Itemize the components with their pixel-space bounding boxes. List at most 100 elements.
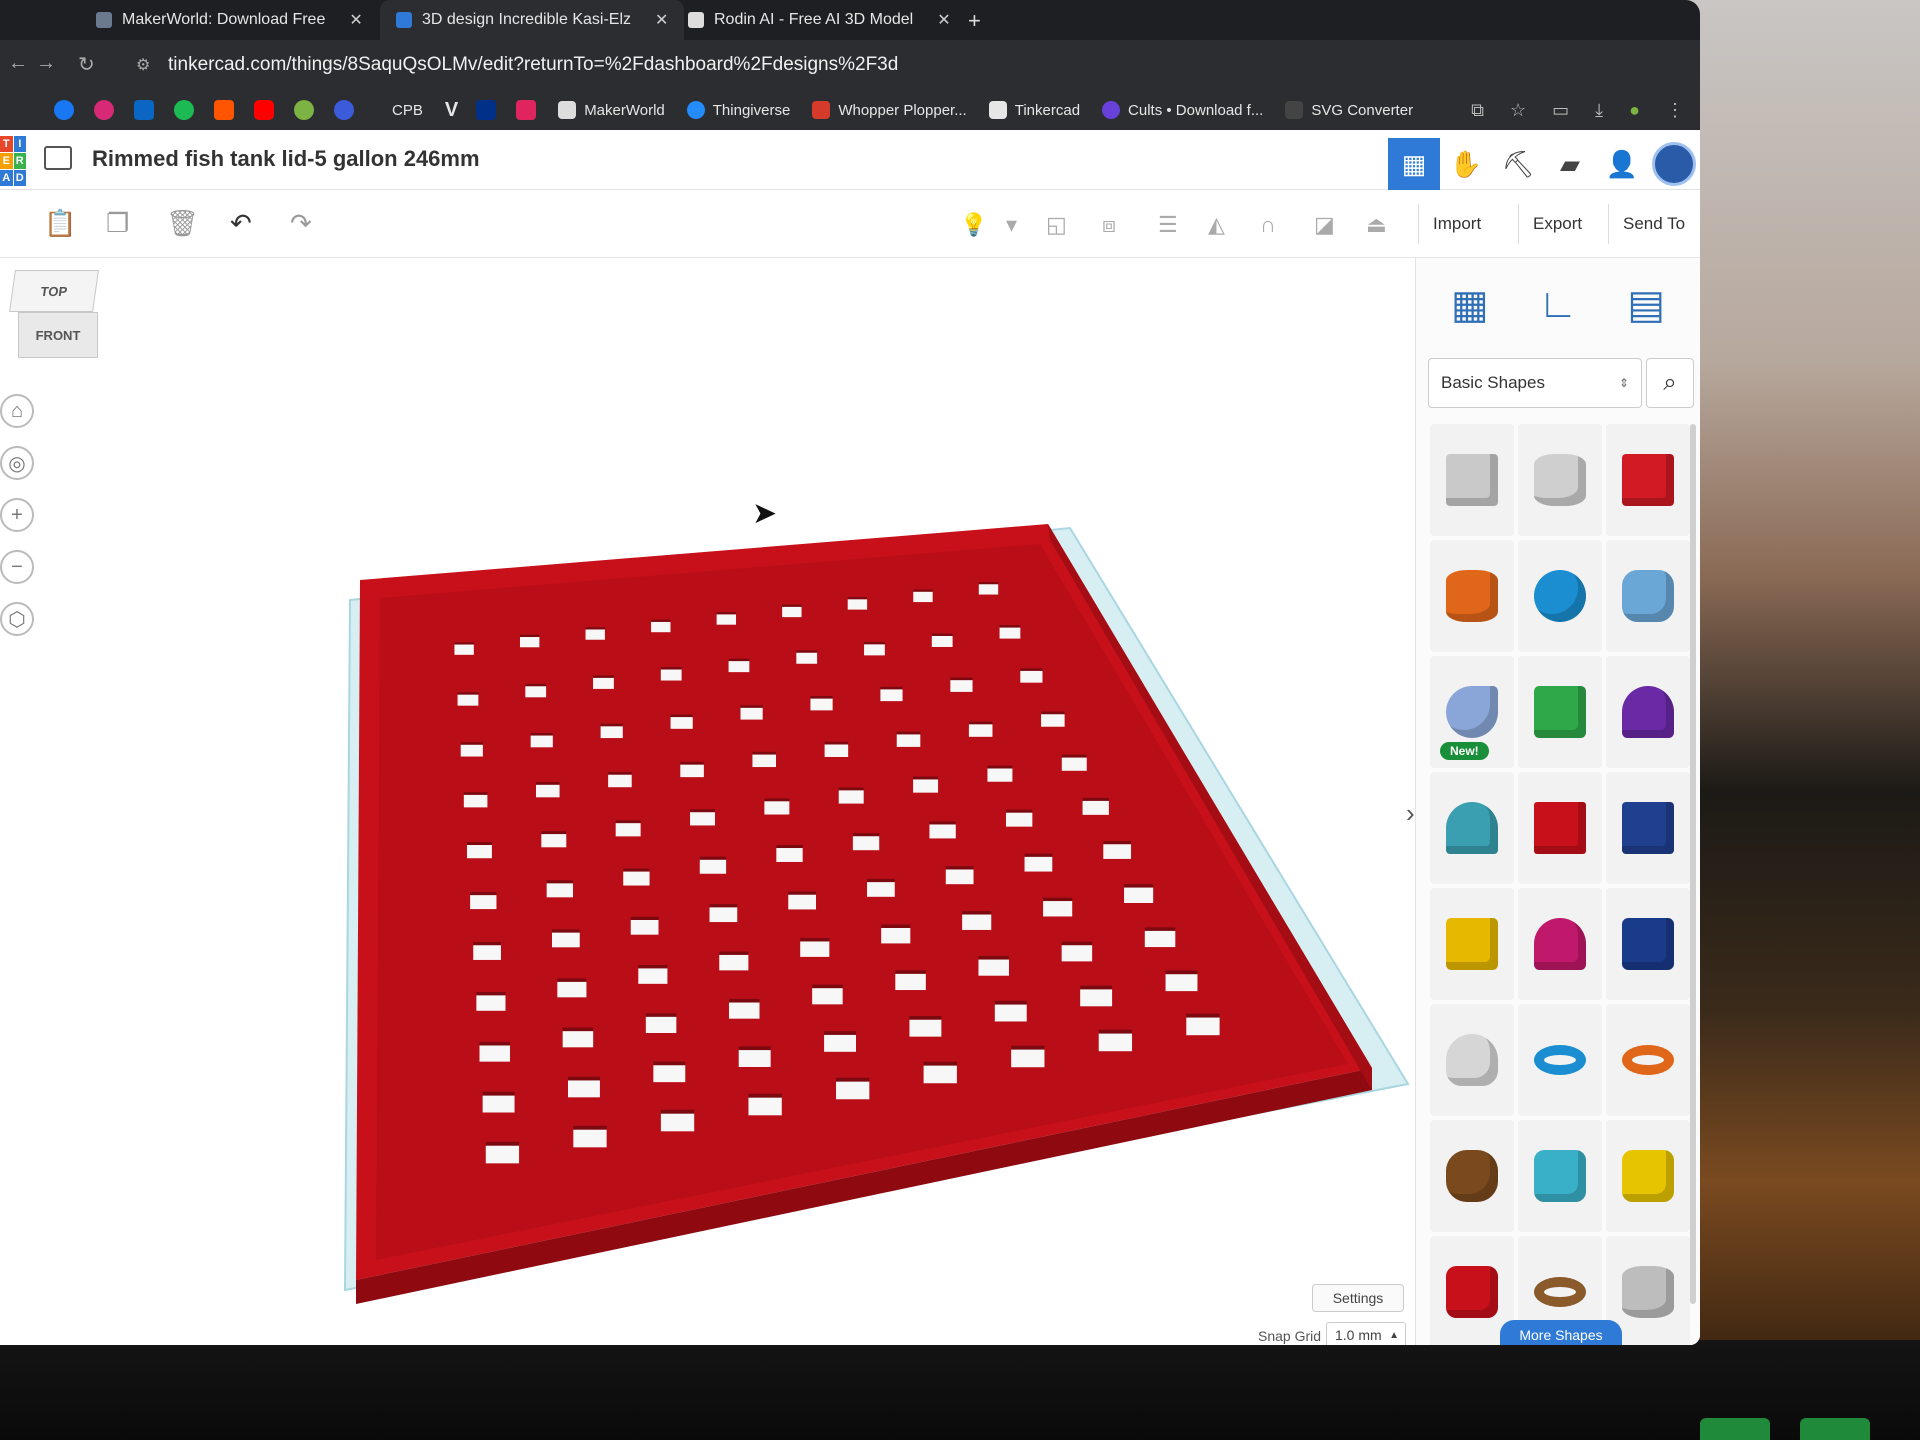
shape-tile[interactable] [1606,888,1690,1000]
tinkercad-logo[interactable]: T I E R A D [0,136,26,186]
more-shapes-button[interactable]: More Shapes [1500,1320,1622,1345]
shape-tile[interactable] [1430,424,1514,536]
sim-lab-icon[interactable]: ⛏ [1492,138,1544,190]
bookmark-whopper[interactable]: Whopper Plopper... [812,101,967,119]
shape-tile[interactable] [1518,1120,1602,1232]
search-icon[interactable]: ⌕ [1646,358,1694,408]
forward-arrow-icon[interactable]: → [36,52,56,75]
ruler-icon[interactable]: ∟ [1538,282,1577,348]
paypal-icon[interactable] [476,100,497,120]
notes-icon[interactable]: ▤ [1627,282,1665,348]
pin-icon[interactable] [516,100,537,120]
design-list-icon[interactable] [44,146,72,170]
workplane-icon[interactable]: ▦ [1451,282,1489,348]
cruise-icon[interactable]: ◪ [1314,212,1335,238]
site-info-icon[interactable]: ⚙ [136,55,150,75]
magnet-icon[interactable]: ∩ [1260,212,1276,238]
codeblocks-icon[interactable]: ✋ [1440,138,1492,190]
bookmark-svg-converter[interactable]: SVG Converter [1285,101,1413,119]
shape-tile[interactable] [1606,540,1690,652]
soundcloud-icon[interactable] [214,100,234,120]
install-icon[interactable]: ⧉ [1471,100,1484,121]
lid-inner-rim [376,544,1348,1260]
panel-scrollbar[interactable] [1690,424,1696,1304]
shape-tile[interactable] [1518,888,1602,1000]
new-tab-icon[interactable]: + [968,8,981,34]
shape-tile[interactable] [1430,1004,1514,1116]
workplane-canvas[interactable]: TOP FRONT ⌂ ◎ + − ⬡ ➤ › Settings Snap Gr… [0,258,1415,1345]
bookmark-cpb[interactable]: CPB [392,102,423,119]
design-title[interactable]: Rimmed fish tank lid-5 gallon 246mm [92,146,480,172]
shape-category-select[interactable]: Basic Shapes ⇕ [1428,358,1642,408]
vimeo-icon[interactable]: V [445,99,458,122]
browser-tab[interactable]: Rodin AI - Free AI 3D Model ✕ [672,0,967,40]
shape-tile[interactable] [1430,772,1514,884]
close-icon[interactable]: ✕ [937,10,950,30]
shape-tile[interactable] [1606,424,1690,536]
bookmark-label: Whopper Plopper... [838,101,967,119]
back-arrow-icon[interactable]: ← [8,52,28,75]
avatar[interactable] [1652,142,1696,186]
shape-tile[interactable] [1518,772,1602,884]
url-field[interactable]: ⚙ tinkercad.com/things/8SaquQsOLMv/edit?… [130,48,1630,82]
leaf-icon[interactable] [294,100,314,120]
shape-tile[interactable] [1518,1004,1602,1116]
add-user-icon[interactable]: 👤 [1596,138,1648,190]
workplane-tool-icon[interactable]: ⏏ [1366,212,1387,238]
3d-design-view-icon[interactable]: ▦ [1388,138,1440,190]
close-icon[interactable]: ✕ [655,10,668,30]
redo-icon[interactable]: ↷ [290,208,312,239]
close-icon[interactable]: ✕ [349,10,362,30]
shape-tile[interactable] [1606,1120,1690,1232]
vent-hole [585,629,605,640]
lid-model[interactable] [0,258,1415,1345]
undo-icon[interactable]: ↶ [230,208,252,239]
shape-tile[interactable] [1430,888,1514,1000]
bookmark-tinkercad[interactable]: Tinkercad [988,101,1080,119]
export-button[interactable]: Export [1518,204,1596,244]
shape-tile[interactable] [1606,656,1690,768]
snap-grid-select[interactable]: 1.0 mm ▲ [1326,1322,1406,1345]
bookmark-thingiverse[interactable]: Thingiverse [686,101,790,119]
menu-icon[interactable]: ⋮ [1666,100,1684,121]
settings-button[interactable]: Settings [1312,1284,1404,1312]
browser-tab[interactable]: MakerWorld: Download Free ✕ [80,0,379,40]
mirror-icon[interactable]: ◭ [1208,212,1225,238]
shape-tile[interactable] [1430,540,1514,652]
import-button[interactable]: Import [1418,204,1495,244]
shape-tile[interactable] [1606,772,1690,884]
star-bookmark-icon[interactable]: ☆ [1510,100,1526,121]
profile-icon[interactable]: ● [1629,100,1640,121]
shape-tile[interactable] [1606,1004,1690,1116]
taskbar-app[interactable] [1800,1418,1870,1440]
duplicate-icon[interactable]: ❐ [106,208,129,239]
bookmark-cults[interactable]: Cults • Download f... [1102,101,1263,119]
delete-icon[interactable]: 🗑 [166,208,199,239]
paste-icon[interactable]: 📋 [44,208,76,239]
shape-tile[interactable] [1518,656,1602,768]
shape-tile[interactable] [1518,424,1602,536]
facebook-icon[interactable] [54,100,74,120]
blue-circle-icon[interactable] [334,100,354,120]
chevron-down-icon[interactable]: ▾ [1006,212,1017,238]
linkedin-icon[interactable] [134,100,154,120]
spotify-icon[interactable] [174,100,194,120]
download-icon[interactable]: ⤓ [1595,100,1603,121]
align-icon[interactable]: ☰ [1158,212,1178,238]
taskbar-app[interactable] [1700,1418,1770,1440]
cast-icon[interactable]: ▭ [1552,100,1569,121]
chevron-right-icon[interactable]: › [1406,798,1415,829]
reload-icon[interactable]: ↻ [78,52,95,77]
lightbulb-icon[interactable]: 💡 [960,212,987,238]
bookmark-makerworld[interactable]: MakerWorld [558,101,665,119]
browser-tab-active[interactable]: 3D design Incredible Kasi-Elz ✕ [380,0,685,40]
note-icon[interactable]: ◱ [1046,212,1067,238]
instagram-icon[interactable] [94,100,114,120]
shape-tile[interactable]: New! [1430,656,1514,768]
bricks-icon[interactable]: ▰ [1544,138,1596,190]
send-to-button[interactable]: Send To [1608,204,1699,244]
youtube-icon[interactable] [254,100,274,120]
shape-tile[interactable] [1518,540,1602,652]
shape-tile[interactable] [1430,1120,1514,1232]
group-icon[interactable]: ⧈ [1102,212,1116,238]
